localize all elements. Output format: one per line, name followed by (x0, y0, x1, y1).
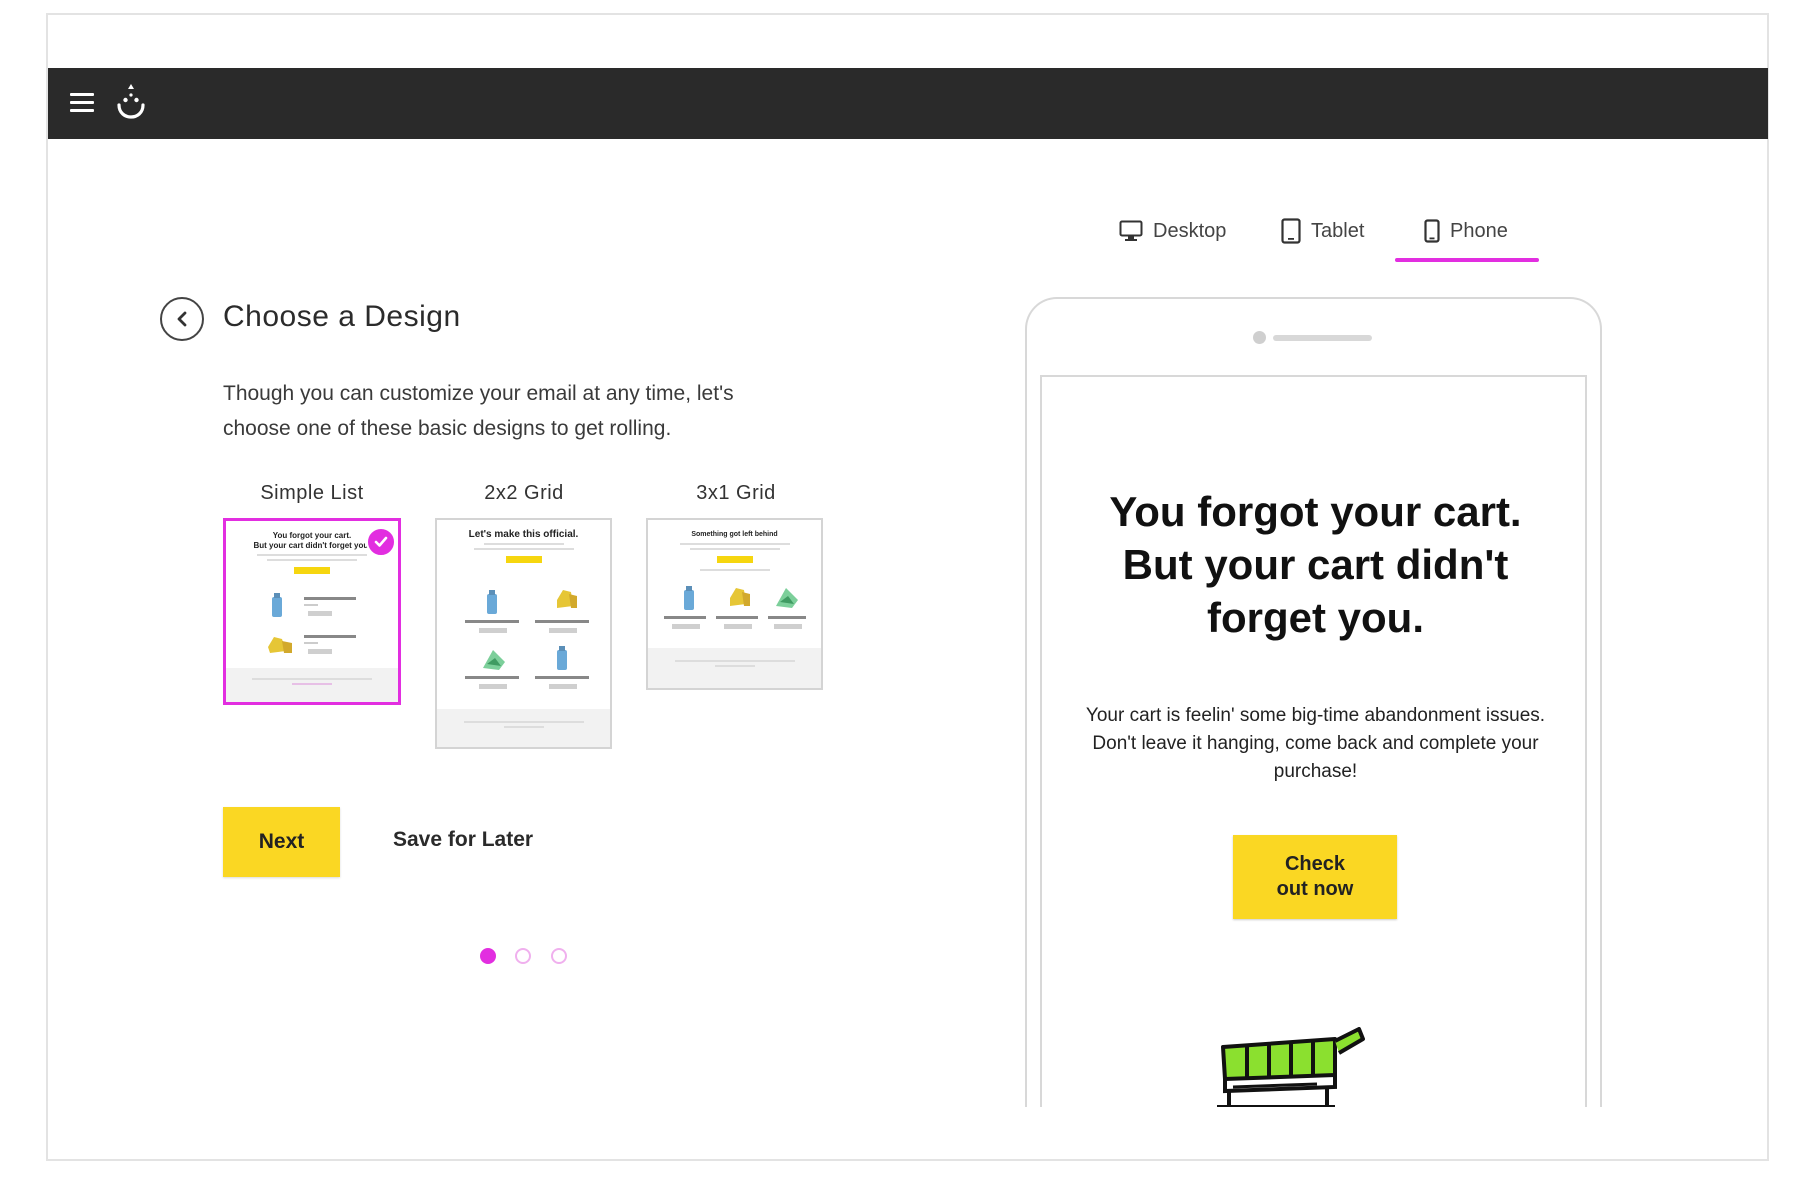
save-for-later-link[interactable]: Save for Later (393, 828, 533, 852)
tab-desktop-label: Desktop (1153, 219, 1227, 242)
thumb-button (716, 556, 753, 563)
thumb-heading: Let's make this official. (468, 529, 579, 540)
phone-icon (1424, 219, 1440, 243)
thumb-text-line (679, 543, 790, 545)
design-option-3x1-grid[interactable]: Something got left behind (646, 518, 823, 690)
email-body-text: Your cart is feelin' some big-time aband… (1060, 702, 1571, 786)
design-label-2x2-grid: 2x2 Grid (484, 482, 564, 504)
tab-tablet[interactable]: Tablet (1281, 212, 1364, 250)
thumb-product-row-icon (664, 586, 806, 629)
hamburger-menu-icon[interactable] (70, 93, 94, 113)
thumb-footer-line (714, 665, 755, 667)
tab-phone-label: Phone (1450, 219, 1508, 242)
thumb-text-line (689, 548, 780, 550)
thumb-footer (437, 709, 610, 747)
shopping-cart-illustration (1217, 1027, 1365, 1107)
email-headline-line-3: forget you. (1207, 594, 1424, 641)
thumb-product-grid-icon (465, 590, 589, 689)
tab-desktop[interactable]: Desktop (1119, 212, 1226, 250)
design-label-3x1-grid: 3x1 Grid (696, 482, 776, 504)
intro-line-1: Though you can customize your email at a… (223, 382, 734, 405)
thumb-text-line (473, 548, 574, 550)
thumb-footer-line (674, 660, 795, 662)
thumb-footer (648, 648, 821, 688)
thumb-product-list-icon (268, 593, 356, 654)
email-headline-line-1: You forgot your cart. (1109, 488, 1522, 535)
active-tab-indicator (1395, 258, 1539, 262)
back-button[interactable] (160, 297, 204, 341)
email-headline: You forgot your cart. But your cart didn… (1042, 485, 1585, 644)
thumb-footer-line (252, 678, 372, 680)
thumb-footer-line (503, 726, 544, 728)
design-option-2x2-grid[interactable]: Let's make this official. (435, 518, 612, 749)
smiley-logo-icon[interactable] (114, 81, 148, 125)
thumb-text-line (699, 569, 770, 571)
tab-tablet-label: Tablet (1311, 219, 1365, 242)
cta-line-1: Check (1284, 853, 1346, 875)
design-option-simple-list[interactable]: You forgot your cart. But your cart didn… (223, 518, 401, 705)
email-body-line-1: Your cart is feelin' some big-time aband… (1085, 705, 1546, 726)
desktop-icon (1119, 220, 1143, 241)
cta-line-2: out now (1276, 878, 1354, 900)
thumb-footer-line (463, 721, 584, 723)
pagination-dot-3[interactable] (551, 948, 567, 964)
phone-camera (1253, 331, 1266, 344)
tablet-icon (1281, 218, 1301, 244)
thumb-button (294, 567, 330, 574)
pagination-dot-2[interactable] (515, 948, 531, 964)
check-out-now-button[interactable]: Check out now (1233, 835, 1397, 919)
thumb-heading: Something got left behind (691, 531, 778, 538)
intro-line-2: choose one of these basic designs to get… (223, 417, 672, 440)
email-body-line-2: Don't leave it hanging, come back and co… (1092, 733, 1539, 754)
thumb-footer (226, 668, 398, 702)
email-headline-line-2: But your cart didn't (1122, 541, 1509, 588)
pagination-dot-1[interactable] (480, 948, 496, 964)
email-preview-screen: You forgot your cart. But your cart didn… (1040, 375, 1587, 1107)
thumb-text-line (483, 543, 564, 545)
thumb-text-line (257, 554, 367, 556)
page-title: Choose a Design (223, 300, 461, 333)
thumb-footer-line (292, 683, 332, 685)
thumb-button (505, 556, 542, 563)
tab-phone[interactable]: Phone (1424, 212, 1508, 250)
email-body-line-3: purchase! (1273, 761, 1358, 782)
thumb-text-line (267, 559, 357, 561)
phone-speaker (1273, 335, 1372, 341)
chevron-left-icon (177, 311, 187, 327)
intro-text: Though you can customize your email at a… (223, 376, 863, 446)
top-navigation-bar (48, 68, 1768, 139)
selected-check-icon (366, 527, 396, 557)
design-label-simple-list: Simple List (260, 482, 364, 504)
next-button[interactable]: Next (223, 807, 340, 877)
